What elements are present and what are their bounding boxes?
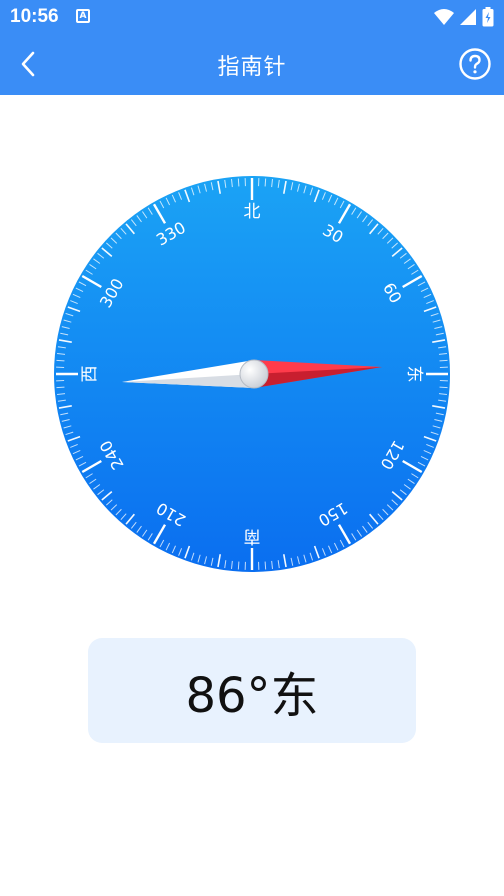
page-title: 指南针 — [217, 55, 287, 80]
status-bar: 10:56 A — [0, 0, 504, 34]
minor-tick — [264, 561, 267, 570]
question-circle-icon — [459, 48, 491, 80]
compass-label: 西 — [80, 366, 100, 383]
compass-label: 南 — [244, 526, 261, 546]
compass-dial: 北 30 60 东 120 150 南 210 240 西 300 330 — [52, 174, 452, 574]
status-time: 10:56 — [10, 6, 59, 27]
minor-tick — [56, 386, 65, 389]
app-bar: 指南针 — [0, 34, 504, 95]
heading-reading-panel: 86°东 — [88, 638, 416, 743]
minor-tick — [439, 359, 448, 362]
minor-tick — [56, 359, 65, 362]
wifi-icon — [433, 8, 454, 25]
minor-tick — [439, 386, 448, 389]
signal-icon — [459, 8, 476, 25]
minor-tick — [237, 178, 240, 187]
compass-face: 北3060东120150南210240西300330 — [54, 176, 450, 572]
battery-icon — [482, 6, 494, 26]
compass-label: 东 — [404, 366, 424, 383]
minor-tick — [237, 561, 240, 570]
heading-reading: 86°东 — [185, 667, 319, 724]
compass-label: 北 — [244, 202, 261, 222]
needle-hub — [239, 359, 269, 389]
notification-icon: A — [76, 9, 90, 23]
help-button[interactable] — [458, 47, 492, 81]
status-icons — [433, 6, 494, 27]
minor-tick — [264, 178, 267, 187]
